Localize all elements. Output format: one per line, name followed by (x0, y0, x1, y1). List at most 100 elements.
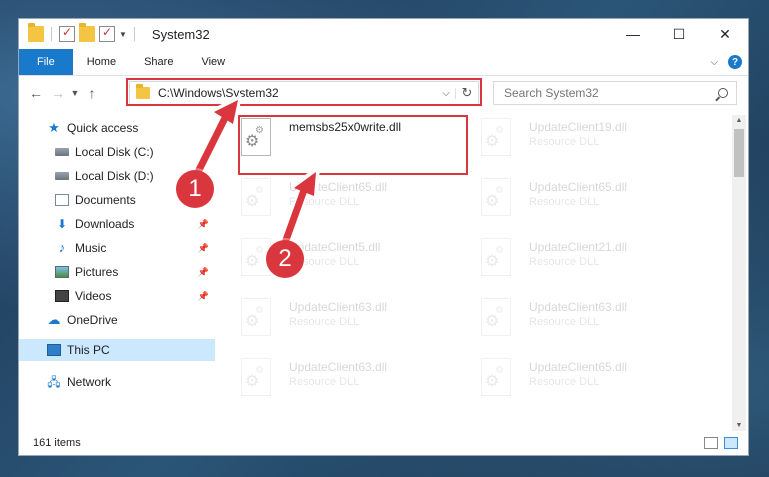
file-type: Resource DLL (529, 196, 600, 208)
item-count: 161 items (33, 437, 81, 449)
forward-arrow-icon[interactable]: → (47, 85, 69, 101)
ribbon-tabs: File Home Share View ⌵ ? (19, 49, 748, 76)
close-button[interactable]: ✕ (702, 19, 748, 49)
nav-item-label: OneDrive (67, 313, 118, 327)
file-type: Resource DLL (529, 136, 600, 148)
view-toggle (704, 437, 738, 449)
expand-ribbon-icon[interactable]: ⌵ (710, 57, 718, 68)
nav-item-this-pc[interactable]: This PC (19, 339, 215, 361)
back-arrow-icon[interactable]: ← (25, 85, 47, 101)
videos-icon (55, 290, 69, 302)
file-name: UpdateClient65.dll (529, 180, 628, 194)
drive-icon (55, 148, 69, 156)
file-name: UpdateClient21.dll (529, 240, 628, 254)
file-name: UpdateClient65.dll (529, 360, 628, 374)
nav-item-onedrive[interactable]: ☁ OneDrive (19, 309, 215, 331)
file-name: UpdateClient63.dll (529, 300, 628, 314)
cloud-icon: ☁ (47, 312, 61, 327)
properties-icon[interactable] (59, 25, 75, 42)
tab-share[interactable]: Share (130, 49, 187, 75)
folder-icon[interactable] (28, 23, 44, 42)
help-icon[interactable]: ? (728, 55, 742, 69)
quick-access-toolbar: ▼ (28, 23, 138, 42)
pin-icon[interactable]: 📌 (198, 291, 209, 302)
large-icons-view-icon[interactable] (724, 437, 738, 449)
nav-item-videos[interactable]: Videos 📌 (19, 285, 215, 307)
maximize-button[interactable]: ☐ (656, 19, 702, 49)
pin-icon[interactable]: 📌 (198, 243, 209, 254)
up-arrow-icon[interactable]: ↑ (81, 85, 103, 101)
dll-file-icon (241, 298, 271, 336)
dll-file-icon (241, 358, 271, 396)
dll-file-icon (481, 178, 511, 216)
scrollbar-thumb[interactable] (734, 129, 744, 177)
details-view-icon[interactable] (704, 437, 718, 449)
file-item[interactable]: UpdateClient65.dll Resource DLL (219, 174, 439, 230)
toolbar-separator (51, 27, 52, 41)
file-item[interactable]: UpdateClient65.dll Resource DLL (459, 354, 679, 410)
nav-item-pictures[interactable]: Pictures 📌 (19, 261, 215, 283)
dll-file-icon (481, 238, 511, 276)
step-badge-2: 2 (266, 240, 304, 278)
dll-file-icon (241, 178, 271, 216)
nav-item-local-disk-c[interactable]: Local Disk (C:) (19, 141, 215, 163)
ribbon-right-controls: ⌵ ? (710, 49, 748, 75)
vertical-scrollbar[interactable]: ▲ ▼ (732, 115, 746, 431)
nav-item-label: Pictures (75, 265, 119, 279)
file-item[interactable]: UpdateClient21.dll Resource DLL (459, 234, 679, 290)
chevron-down-icon[interactable]: ▼ (119, 30, 127, 39)
file-name: UpdateClient63.dll (289, 360, 388, 374)
nav-item-label: Quick access (67, 121, 139, 135)
pin-icon[interactable]: 📌 (198, 267, 209, 278)
pin-icon[interactable]: 📌 (198, 219, 209, 230)
recent-locations-chevron-icon[interactable]: ▼ (69, 88, 81, 98)
file-name: UpdateClient19.dll (529, 120, 628, 134)
nav-item-label: Music (75, 241, 107, 255)
nav-item-label: Documents (75, 193, 136, 207)
download-icon: ⬇ (56, 217, 68, 231)
file-name: UpdateClient65.dll (289, 180, 388, 194)
computer-icon (47, 344, 61, 356)
drive-icon (55, 172, 69, 180)
refresh-icon[interactable]: ↻ (456, 85, 478, 101)
nav-item-downloads[interactable]: ⬇ Downloads 📌 (19, 213, 215, 235)
network-icon: 🖧 (47, 375, 61, 389)
toolbar-separator (133, 27, 135, 41)
nav-item-quick-access[interactable]: ★ Quick access (19, 117, 215, 139)
nav-item-label: Network (67, 375, 112, 389)
minimize-button[interactable]: — (610, 19, 656, 49)
nav-item-label: Downloads (75, 217, 135, 231)
address-row: ← → ▼ ↑ C:\Windows\System32 ⌵ ↻ (19, 76, 748, 110)
file-item[interactable]: UpdateClient65.dll Resource DLL (459, 174, 679, 230)
file-type: Resource DLL (289, 316, 360, 328)
address-path[interactable]: C:\Windows\System32 (158, 86, 279, 100)
window-controls: — ☐ ✕ (610, 19, 748, 49)
scroll-up-icon[interactable]: ▲ (732, 117, 746, 124)
nav-item-network[interactable]: 🖧 Network (19, 371, 215, 393)
folder-icon (136, 84, 150, 99)
file-item[interactable]: UpdateClient5.dll Resource DLL (219, 234, 439, 290)
file-item[interactable]: UpdateClient63.dll Resource DLL (219, 294, 439, 350)
customize-toolbar-icon[interactable] (99, 25, 115, 42)
file-item[interactable]: UpdateClient19.dll Resource DLL (459, 114, 679, 170)
scroll-down-icon[interactable]: ▼ (732, 422, 746, 429)
file-explorer-window: ▼ System32 — ☐ ✕ File Home Share View ⌵ … (18, 18, 749, 456)
tab-file[interactable]: File (19, 49, 73, 75)
file-item[interactable]: UpdateClient63.dll Resource DLL (459, 294, 679, 350)
file-item-memsbs25x0write[interactable]: memsbs25x0write.dll (219, 114, 439, 170)
tab-home[interactable]: Home (73, 49, 130, 75)
address-dropdown-icon[interactable]: ⌵ (437, 87, 456, 99)
tab-view[interactable]: View (187, 49, 239, 75)
new-folder-icon[interactable] (79, 23, 95, 42)
nav-item-music[interactable]: ♪ Music 📌 (19, 237, 215, 259)
file-name: memsbs25x0write.dll (289, 120, 402, 134)
address-bar[interactable]: C:\Windows\System32 ⌵ ↻ (129, 81, 479, 105)
search-input[interactable] (502, 85, 706, 101)
dll-file-icon (481, 118, 511, 156)
title-bar: ▼ System32 — ☐ ✕ (19, 19, 748, 49)
pictures-icon (55, 266, 69, 278)
search-box[interactable] (493, 81, 737, 105)
navigation-pane: ★ Quick access Local Disk (C:) Local Dis… (19, 117, 215, 429)
file-item[interactable]: UpdateClient63.dll Resource DLL (219, 354, 439, 410)
search-icon[interactable] (718, 88, 728, 98)
